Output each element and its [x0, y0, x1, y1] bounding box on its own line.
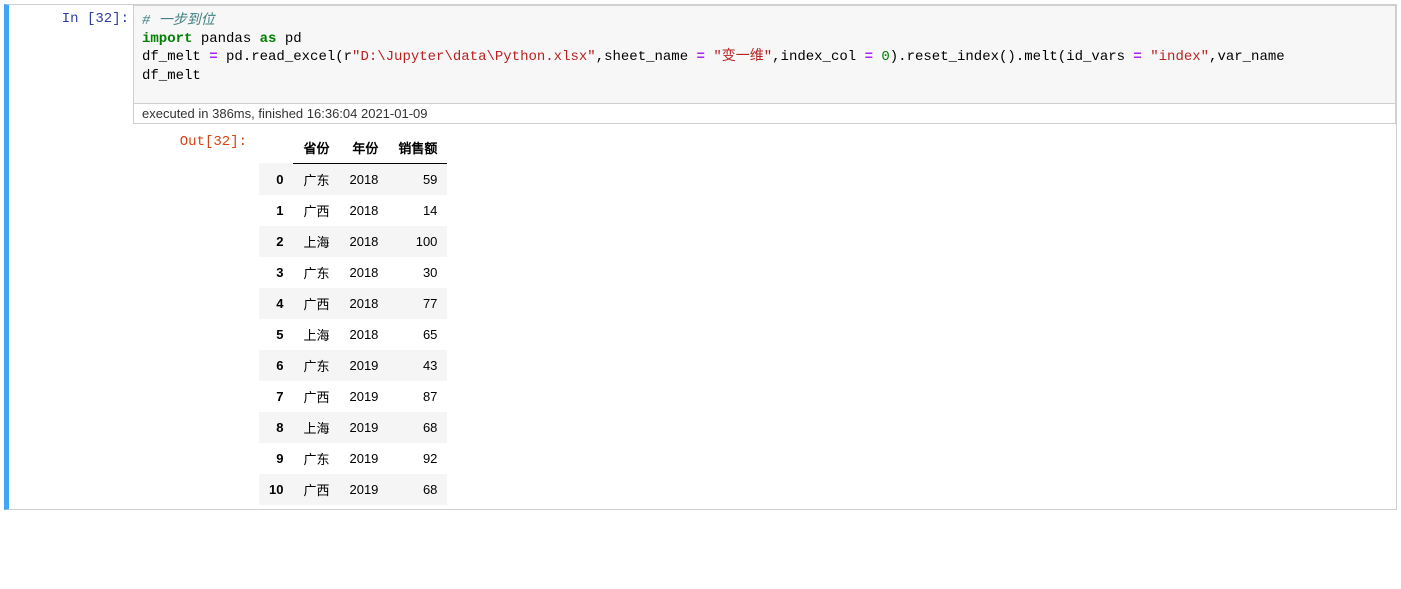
code-editor[interactable]: # 一步到位 import pandas as pd df_melt = pd.… — [133, 5, 1396, 104]
cell: 2018 — [339, 163, 388, 195]
cell: 广东 — [293, 443, 339, 474]
cell: 43 — [388, 350, 447, 381]
cell: 上海 — [293, 319, 339, 350]
table-row: 5上海201865 — [259, 319, 447, 350]
cell: 65 — [388, 319, 447, 350]
col-header: 销售额 — [388, 132, 447, 164]
table-row: 3广东201830 — [259, 257, 447, 288]
execution-status: executed in 386ms, finished 16:36:04 202… — [133, 104, 1396, 124]
row-index: 6 — [259, 350, 293, 381]
table-row: 4广西201877 — [259, 288, 447, 319]
cell: 68 — [388, 474, 447, 505]
notebook-cell: In [32]: # 一步到位 import pandas as pd df_m… — [4, 4, 1397, 510]
row-index: 5 — [259, 319, 293, 350]
cell: 2019 — [339, 350, 388, 381]
cell: 上海 — [293, 226, 339, 257]
cell: 广西 — [293, 381, 339, 412]
cell: 广西 — [293, 195, 339, 226]
cell: 广西 — [293, 474, 339, 505]
table-row: 10广西201968 — [259, 474, 447, 505]
cell: 14 — [388, 195, 447, 226]
col-header: 省份 — [293, 132, 339, 164]
row-index: 2 — [259, 226, 293, 257]
row-index: 3 — [259, 257, 293, 288]
horizontal-scrollbar[interactable] — [142, 87, 1387, 103]
output-area: Out[32]: 省份 年份 销售额 0广东2018591广西2018142上海… — [133, 124, 1396, 509]
dataframe-table: 省份 年份 销售额 0广东2018591广西2018142上海20181003广… — [259, 132, 447, 505]
row-index: 1 — [259, 195, 293, 226]
cell: 广东 — [293, 257, 339, 288]
index-header — [259, 132, 293, 164]
cell: 87 — [388, 381, 447, 412]
input-prompt: In [32]: — [62, 11, 129, 27]
cell: 2018 — [339, 257, 388, 288]
cell: 2019 — [339, 443, 388, 474]
code-kw-import: import — [142, 31, 192, 47]
row-index: 7 — [259, 381, 293, 412]
output-prompt: Out[32]: — [180, 134, 247, 150]
cell: 2018 — [339, 195, 388, 226]
cell: 59 — [388, 163, 447, 195]
cell: 2018 — [339, 288, 388, 319]
cell: 广东 — [293, 350, 339, 381]
cell: 广东 — [293, 163, 339, 195]
cell: 30 — [388, 257, 447, 288]
row-index: 9 — [259, 443, 293, 474]
output-prompt-column: Out[32]: — [133, 128, 251, 509]
code-comment: # 一步到位 — [142, 13, 215, 29]
cell: 2018 — [339, 226, 388, 257]
cell: 2018 — [339, 319, 388, 350]
cell: 2019 — [339, 412, 388, 443]
cell: 2019 — [339, 474, 388, 505]
cell-content: # 一步到位 import pandas as pd df_melt = pd.… — [133, 5, 1396, 509]
col-header: 年份 — [339, 132, 388, 164]
table-row: 8上海201968 — [259, 412, 447, 443]
row-index: 10 — [259, 474, 293, 505]
row-index: 8 — [259, 412, 293, 443]
input-prompt-column: In [32]: — [9, 5, 133, 509]
table-row: 9广东201992 — [259, 443, 447, 474]
table-row: 7广西201987 — [259, 381, 447, 412]
output-scroll[interactable]: 省份 年份 销售额 0广东2018591广西2018142上海20181003广… — [251, 128, 1396, 509]
table-header-row: 省份 年份 销售额 — [259, 132, 447, 164]
table-row: 6广东201943 — [259, 350, 447, 381]
row-index: 0 — [259, 163, 293, 195]
cell: 68 — [388, 412, 447, 443]
cell: 77 — [388, 288, 447, 319]
table-row: 2上海2018100 — [259, 226, 447, 257]
row-index: 4 — [259, 288, 293, 319]
cell: 92 — [388, 443, 447, 474]
cell: 100 — [388, 226, 447, 257]
table-row: 0广东201859 — [259, 163, 447, 195]
cell: 上海 — [293, 412, 339, 443]
cell: 广西 — [293, 288, 339, 319]
cell: 2019 — [339, 381, 388, 412]
table-row: 1广西201814 — [259, 195, 447, 226]
